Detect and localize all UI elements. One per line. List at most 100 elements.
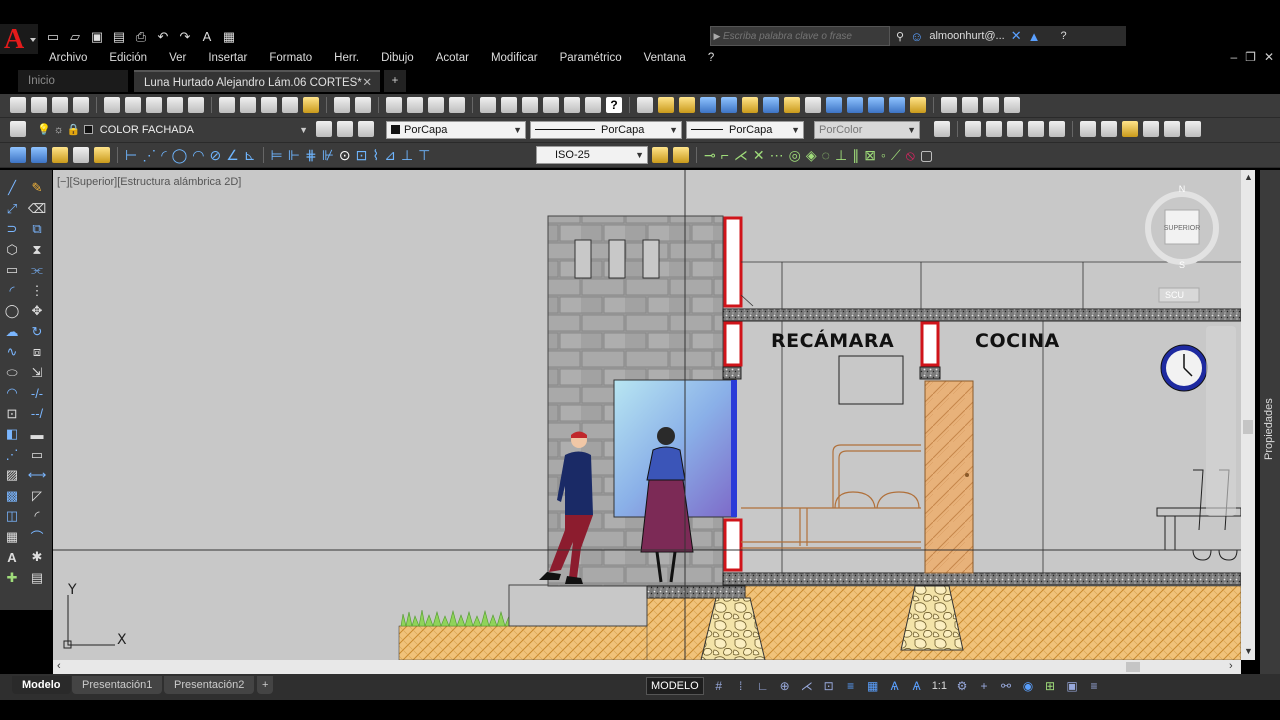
menu-modificar[interactable]: Modificar [480, 52, 549, 64]
tab-drawing[interactable]: Luna Hurtado Alejandro Lám.06 CORTES* ✕ [134, 70, 380, 92]
lineweight-icon[interactable]: ≡ [844, 679, 858, 693]
pan-icon[interactable] [386, 97, 402, 113]
tab-modelo[interactable]: Modelo [12, 676, 71, 694]
layer-states-icon[interactable] [358, 121, 374, 137]
horizontal-scrollbar[interactable]: ‹ › [53, 660, 1241, 674]
dim-update-icon[interactable]: ⊤ [418, 146, 430, 164]
close-icon[interactable]: ✕ [1264, 50, 1274, 64]
menu-ver[interactable]: Ver [158, 52, 197, 64]
units-icon[interactable]: ⚯ [999, 679, 1013, 693]
tab-presentacion2[interactable]: Presentación2 [164, 676, 255, 694]
jog-line-icon[interactable]: ⌇ [372, 146, 379, 164]
break-icon[interactable] [826, 97, 842, 113]
revision-cloud-icon[interactable]: ☁ [4, 324, 20, 341]
trim-icon[interactable]: -/- [29, 385, 45, 402]
dim-arc-icon[interactable]: ◜ [161, 146, 166, 164]
scroll-up-icon[interactable]: ▲ [1244, 172, 1253, 182]
make-block-icon[interactable]: ◧ [4, 426, 20, 443]
object-snap-icon[interactable]: ⊡ [822, 679, 836, 693]
new-file-icon[interactable]: ▭ [44, 28, 62, 46]
text-style-icon[interactable] [652, 147, 668, 163]
dim-text-edit-icon[interactable]: ⊥ [401, 146, 413, 164]
markup-icon[interactable] [564, 97, 580, 113]
break-at-point-icon[interactable]: ▬ [29, 426, 45, 443]
snap-nearest-icon[interactable]: ⟋ [891, 146, 901, 164]
menu-formato[interactable]: Formato [258, 52, 323, 64]
view-front-icon[interactable] [1007, 121, 1023, 137]
dim-space-icon[interactable]: ⋕ [305, 146, 317, 164]
arc-icon[interactable]: ◜ [4, 283, 20, 300]
text-style-icon[interactable]: A [198, 28, 216, 46]
layer-properties-icon[interactable] [10, 121, 26, 137]
layer-previous-icon[interactable] [337, 121, 353, 137]
stretch-icon[interactable]: ⇲ [29, 365, 45, 382]
design-center-icon[interactable] [501, 97, 517, 113]
search-input[interactable] [723, 30, 883, 42]
plus-icon[interactable]: + [977, 679, 991, 693]
rotate-icon[interactable]: ↻ [29, 324, 45, 341]
dimstyle-dropdown[interactable]: ISO-25 ▼ [536, 146, 648, 164]
save-as-icon[interactable] [73, 97, 89, 113]
fillet-icon[interactable]: ◜ [29, 508, 45, 525]
workspace-icon[interactable]: ▦ [220, 28, 238, 46]
viewport-controls[interactable]: [−][Superior][Estructura alámbrica 2D] [57, 176, 241, 188]
dim-radius-icon[interactable]: ◯ [172, 146, 188, 164]
menu-parametrico[interactable]: Paramétrico [549, 52, 633, 64]
table-icon[interactable]: ▦ [4, 529, 20, 546]
visual-style-conceptual-icon[interactable] [1143, 121, 1159, 137]
draw-order-back-icon[interactable] [962, 97, 978, 113]
3d-print-icon[interactable] [167, 97, 183, 113]
transparency-icon[interactable]: ▦ [866, 679, 880, 693]
menu-ventana[interactable]: Ventana [633, 52, 697, 64]
rectangle-icon[interactable]: ▭ [4, 262, 20, 279]
scroll-thumb[interactable] [1243, 420, 1253, 434]
draw-order-below-icon[interactable] [1004, 97, 1020, 113]
polyline-icon[interactable]: ⊃ [4, 221, 20, 238]
isodraft-icon[interactable]: ⋌ [800, 679, 814, 693]
visual-style-hidden-icon[interactable] [1101, 121, 1117, 137]
dim-aligned-icon[interactable]: ⋰ [142, 146, 156, 164]
drawing-canvas[interactable]: RECÁMARA COCINA Y X SUPERIOR N S SCU [53, 170, 1241, 660]
tab-inicio[interactable]: Inicio [18, 70, 128, 92]
region-icon[interactable]: ◫ [4, 508, 20, 525]
linetype-dropdown[interactable]: PorCapa ▼ [530, 121, 682, 139]
print-icon[interactable] [104, 97, 120, 113]
circle-icon[interactable]: ◯ [4, 303, 20, 320]
snap-midpoint-icon[interactable]: ⌐ [721, 146, 729, 164]
layer-dropdown[interactable]: 💡 ☼ 🔒 COLOR FACHADA ▼ [32, 121, 312, 139]
dim-jogged-icon[interactable]: ◠ [192, 146, 204, 164]
calculator-icon[interactable] [585, 97, 601, 113]
menu-acotar[interactable]: Acotar [425, 52, 480, 64]
drawing-viewport[interactable]: RECÁMARA COCINA Y X SUPERIOR N S SCU [−]… [53, 170, 1241, 660]
snap-tangent-icon[interactable]: ◌ [822, 146, 830, 164]
layout-icon[interactable] [934, 121, 950, 137]
boundary-icon[interactable] [52, 147, 68, 163]
scroll-down-icon[interactable]: ▼ [1244, 646, 1253, 656]
visual-style-manager-icon[interactable] [1164, 121, 1180, 137]
snap-icon[interactable]: ⁞ [734, 679, 748, 693]
scale-icon[interactable]: ⧈ [29, 344, 45, 361]
edit-icon[interactable] [784, 97, 800, 113]
clean-screen-icon[interactable]: ▣ [1065, 679, 1079, 693]
inspect-icon[interactable]: ⊡ [356, 146, 368, 164]
ellipse-arc-icon[interactable]: ◠ [4, 385, 20, 402]
minimize-icon[interactable]: – [1230, 50, 1237, 64]
snap-node-icon[interactable]: ◦ [881, 146, 886, 164]
render-icon[interactable] [1185, 121, 1201, 137]
offset-icon[interactable] [868, 97, 884, 113]
application-menu-button[interactable]: A [0, 24, 38, 55]
spline-icon[interactable] [742, 97, 758, 113]
view-left-icon[interactable] [1028, 121, 1044, 137]
grid-icon[interactable]: # [712, 679, 726, 693]
new-icon[interactable] [10, 97, 26, 113]
snap-parallel-icon[interactable]: ∥ [852, 146, 859, 164]
hatch-icon[interactable] [10, 147, 26, 163]
stretch-icon[interactable] [763, 97, 779, 113]
join-icon[interactable] [847, 97, 863, 113]
osnap-settings-icon[interactable]: ▢ [920, 146, 933, 164]
snap-perpendicular-icon[interactable]: ⊥ [835, 146, 847, 164]
annotation-autoscale-icon[interactable]: Ѧ [910, 679, 924, 693]
line-icon[interactable] [700, 97, 716, 113]
snap-quadrant-icon[interactable]: ◈ [806, 146, 817, 164]
zoom-previous-icon[interactable] [449, 97, 465, 113]
